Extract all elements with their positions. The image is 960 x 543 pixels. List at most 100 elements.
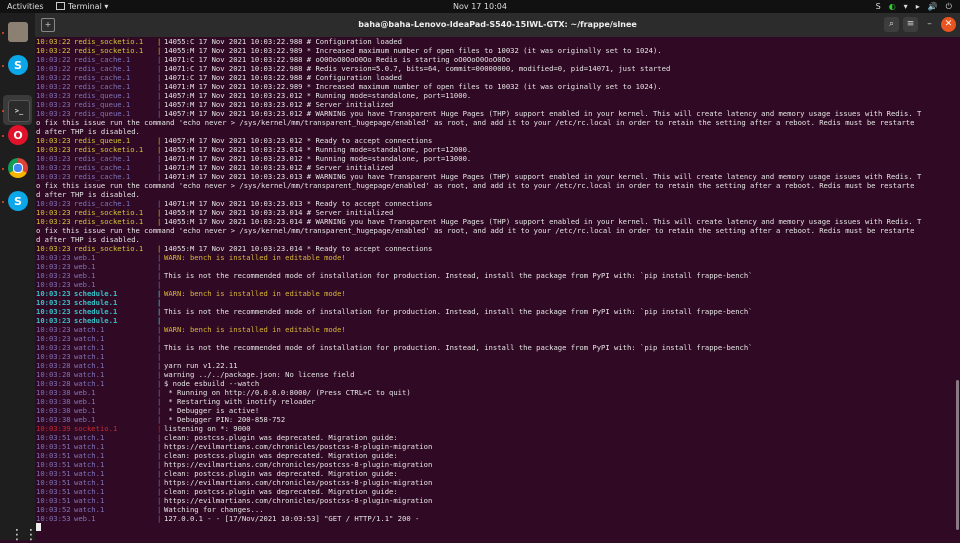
status-tray-icon[interactable]: ◐	[889, 0, 896, 13]
network-icon[interactable]: ▾	[904, 0, 908, 13]
line-process: redis_socketio.1	[74, 145, 144, 154]
hamburger-menu-icon[interactable]: ≡	[903, 17, 918, 32]
skype-icon[interactable]: S	[8, 55, 28, 75]
line-timestamp: 10:03:51	[36, 487, 71, 496]
line-separator: |	[157, 136, 162, 145]
line-timestamp: 10:03:23	[36, 136, 71, 145]
line-timestamp: 10:03:23	[36, 325, 71, 334]
terminal-scrollbar[interactable]	[956, 380, 959, 530]
line-process: web.1	[74, 253, 96, 262]
terminal-line: 10:03:23 watch.1 |	[36, 352, 952, 361]
terminal-line: 10:03:22 redis_cache.1 | 14071:C 17 Nov 202…	[36, 64, 952, 73]
line-message: 14055:M 17 Nov 2021 10:03:23.014 # Serve…	[164, 208, 394, 217]
line-separator: |	[157, 514, 162, 523]
line-message: * Restarting with inotify reloader	[164, 397, 316, 406]
new-tab-icon[interactable]: +	[41, 18, 55, 32]
terminal-line: 10:03:23 redis_cache.1 | 14071:M 17 Nov 202…	[36, 199, 952, 208]
close-icon[interactable]: ✕	[941, 17, 956, 32]
line-process: redis_queue.1	[74, 91, 131, 100]
line-process: redis_cache.1	[74, 172, 131, 181]
terminal-line: 10:03:51 watch.1 | clean: postcss.plugin wa…	[36, 451, 952, 460]
line-separator: |	[157, 478, 162, 487]
terminal-wrapped-line: d after THP is disabled.	[36, 235, 952, 244]
line-message: 14057:M 17 Nov 2021 10:03:23.012 * Runni…	[164, 91, 472, 100]
line-process: web.1	[74, 280, 96, 289]
line-separator: |	[157, 505, 162, 514]
terminal-icon	[56, 2, 65, 10]
line-process: redis_cache.1	[74, 64, 131, 73]
terminal-line: 10:03:53 web.1 | 127.0.0.1 - - [17/Nov/2021…	[36, 514, 952, 523]
line-timestamp: 10:03:53	[36, 514, 71, 523]
line-separator: |	[157, 82, 162, 91]
line-separator: |	[157, 343, 162, 352]
line-timestamp: 10:03:51	[36, 460, 71, 469]
terminal-line: 10:03:28 watch.1 | yarn run v1.22.11	[36, 361, 952, 370]
app-menu[interactable]: Terminal ▾	[56, 0, 108, 13]
line-message: This is not the recommended mode of inst…	[164, 271, 753, 280]
line-separator: |	[157, 199, 162, 208]
line-timestamp: 10:03:51	[36, 469, 71, 478]
line-separator: |	[157, 37, 162, 46]
line-separator: |	[157, 460, 162, 469]
line-timestamp: 10:03:22	[36, 55, 71, 64]
power-icon[interactable]: ⏻	[946, 0, 952, 13]
line-timestamp: 10:03:23	[36, 217, 71, 226]
terminal-line: 10:03:28 watch.1 | $ node esbuild --watch	[36, 379, 952, 388]
line-timestamp: 10:03:51	[36, 433, 71, 442]
line-separator: |	[157, 55, 162, 64]
terminal-line: 10:03:23 web.1 |	[36, 262, 952, 271]
line-separator: |	[157, 253, 162, 262]
skype-tray-icon[interactable]: S	[876, 0, 881, 13]
system-tray[interactable]: S ◐ ▾ ▸ 🔊 ⏻	[876, 0, 952, 13]
volume-icon[interactable]: 🔊	[928, 0, 938, 13]
line-timestamp: 10:03:23	[36, 100, 71, 109]
line-message: https://evilmartians.com/chronicles/post…	[164, 496, 433, 505]
line-timestamp: 10:03:38	[36, 397, 71, 406]
line-separator: |	[157, 280, 162, 289]
line-process: socketio.1	[74, 424, 118, 433]
line-process: redis_cache.1	[74, 82, 131, 91]
line-timestamp: 10:03:28	[36, 361, 71, 370]
chevron-down-icon: ▾	[104, 2, 109, 11]
terminal-line: 10:03:23 web.1 | This is not the recommende…	[36, 271, 952, 280]
line-message: 14071:M 17 Nov 2021 10:03:23.013 * Ready…	[164, 199, 433, 208]
skype-icon-2[interactable]: S	[8, 191, 28, 211]
terminal-line: 10:03:23 redis_cache.1 | 14071:M 17 Nov 202…	[36, 154, 952, 163]
line-timestamp: 10:03:23	[36, 208, 71, 217]
minimize-icon[interactable]: –	[922, 17, 937, 32]
activities-button[interactable]: Activities	[7, 0, 44, 13]
bluetooth-icon[interactable]: ▸	[916, 0, 920, 13]
line-separator: |	[157, 100, 162, 109]
terminal-app-icon[interactable]: >_	[8, 100, 30, 122]
line-process: redis_queue.1	[74, 109, 131, 118]
line-separator: |	[157, 154, 162, 163]
terminal-line: 10:03:23 redis_socketio.1 | 14055:M 17 Nov …	[36, 208, 952, 217]
terminal-wrapped-line: o fix this issue run the command 'echo n…	[36, 181, 952, 190]
terminal-output[interactable]: 10:03:22 redis_socketio.1 | 14055:C 17 Nov …	[36, 37, 952, 537]
line-message: * Debugger PIN: 200-858-752	[164, 415, 286, 424]
chrome-icon[interactable]	[8, 158, 28, 178]
line-timestamp: 10:03:22	[36, 64, 71, 73]
line-separator: |	[157, 316, 162, 325]
line-process: schedule.1	[74, 298, 118, 307]
line-timestamp: 10:03:23	[36, 172, 71, 181]
clock[interactable]: Nov 17 10:04	[0, 0, 960, 13]
line-message: WARN: bench is installed in editable mod…	[164, 289, 346, 298]
line-timestamp: 10:03:23	[36, 145, 71, 154]
window-titlebar: + baha@baha-Lenovo-IdeaPad-S540-15IWL-GT…	[35, 13, 960, 37]
line-timestamp: 10:03:22	[36, 46, 71, 55]
files-icon[interactable]	[8, 22, 28, 42]
app-name: Terminal	[68, 2, 102, 11]
top-bar: Activities Terminal ▾ Nov 17 10:04 S ◐ ▾…	[0, 0, 960, 13]
line-separator: |	[157, 496, 162, 505]
line-process: watch.1	[74, 370, 105, 379]
line-message: 14055:M 17 Nov 2021 10:03:23.014 * Ready…	[164, 244, 433, 253]
line-process: web.1	[74, 271, 96, 280]
line-timestamp: 10:03:22	[36, 37, 71, 46]
line-separator: |	[157, 388, 162, 397]
search-icon[interactable]: ⌕	[884, 17, 899, 32]
terminal-line: 10:03:23 redis_socketio.1 | 14055:M 17 Nov …	[36, 244, 952, 253]
opera-icon[interactable]: O	[8, 125, 28, 145]
terminal-line: 10:03:51 watch.1 | clean: postcss.plugin wa…	[36, 487, 952, 496]
line-timestamp: 10:03:23	[36, 199, 71, 208]
